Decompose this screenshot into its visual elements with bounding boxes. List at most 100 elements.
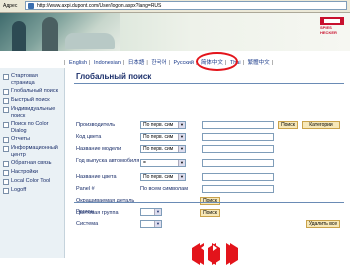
- color-code-input[interactable]: [202, 133, 274, 141]
- color-name-input[interactable]: [202, 173, 274, 181]
- last-page-icon[interactable]: [226, 242, 238, 265]
- banner-photo: [0, 13, 120, 51]
- sidebar-item-global-search[interactable]: Глобальный поиск: [0, 87, 64, 96]
- chevron-down-icon: ▼: [178, 146, 185, 152]
- painted-part-label: Окрашиваемая деталь: [76, 198, 135, 204]
- row-color-code: Код цвета По перв. сим ▼: [74, 133, 344, 143]
- year-label: Год выпуска автомобиля: [76, 158, 140, 164]
- divider: [74, 83, 344, 84]
- region-label: Регион: [76, 209, 94, 215]
- banner-car: [65, 33, 115, 49]
- sidebar: Стартовая страница Глобальный поиск Быст…: [0, 68, 65, 258]
- sidebar-item-label: Быстрый поиск: [11, 97, 50, 103]
- sidebar-item-feedback[interactable]: Обратная связь: [0, 159, 64, 168]
- logo-text-2: HECKER: [320, 30, 337, 35]
- sidebar-item-label: Обратная связь: [11, 160, 52, 166]
- select-value: =: [143, 160, 146, 166]
- bullet-icon: [3, 188, 9, 194]
- region-select[interactable]: ▼: [140, 208, 162, 216]
- sidebar-item-quick-search[interactable]: Быстрый поиск: [0, 96, 64, 105]
- chevron-down-icon: ▼: [178, 122, 185, 128]
- color-code-mode-select[interactable]: По перв. сим ▼: [140, 133, 186, 141]
- pagination-arrows: [182, 242, 242, 265]
- select-value: По перв. сим: [143, 122, 174, 128]
- lang-english[interactable]: English: [69, 60, 87, 66]
- bullet-icon: [3, 107, 9, 113]
- model-name-input[interactable]: [202, 145, 274, 153]
- bullet-icon: [3, 89, 9, 95]
- color-name-mode-select[interactable]: По перв. сим ▼: [140, 173, 186, 181]
- panel-label: Panel #: [76, 186, 95, 192]
- chevron-down-icon: ▼: [178, 160, 185, 166]
- row-model-name: Название модели По перв. сим ▼: [74, 145, 344, 155]
- sidebar-item-home[interactable]: Стартовая страница: [0, 72, 64, 87]
- page-title: Глобальный поиск: [76, 72, 152, 81]
- select-value: По перв. сим: [143, 134, 174, 140]
- panel-input[interactable]: [202, 185, 274, 193]
- url-text: http://www.axpi.dupont.com/User/logon.as…: [37, 3, 162, 9]
- sidebar-item-reports[interactable]: Отчеты: [0, 135, 64, 144]
- year-operator-select[interactable]: = ▼: [140, 159, 186, 167]
- chevron-down-icon: ▼: [154, 221, 161, 227]
- banner-person: [42, 17, 58, 51]
- separator: |: [168, 60, 170, 66]
- chevron-down-icon: ▼: [178, 134, 185, 140]
- select-value: По перв. сим: [143, 146, 174, 152]
- lang-russian[interactable]: Русский: [174, 60, 194, 66]
- row-manufacturer: Производитель По перв. сим ▼ Поиск Катего…: [74, 121, 344, 131]
- row-color-name: Название цвета По перв. сим ▼: [74, 173, 344, 183]
- separator: |: [242, 60, 245, 66]
- first-page-icon[interactable]: [182, 242, 204, 265]
- row-system: Система ▼ Удалить все: [74, 220, 344, 230]
- manufacturer-input[interactable]: [202, 121, 274, 129]
- delete-all-button[interactable]: Удалить все: [306, 220, 340, 228]
- sidebar-item-local-color-tool[interactable]: Local Color Tool: [0, 177, 64, 186]
- address-label: Адрес: [3, 3, 18, 9]
- row-panel: Panel # По всем символам: [74, 185, 344, 195]
- bullet-icon: [3, 74, 9, 80]
- bullet-icon: [3, 146, 9, 152]
- model-name-mode-select[interactable]: По перв. сим ▼: [140, 145, 186, 153]
- separator: |: [271, 60, 274, 66]
- painted-part-search-button[interactable]: Поиск: [200, 197, 220, 205]
- sidebar-item-individual-search[interactable]: Индивидуальные поиск: [0, 105, 64, 120]
- sidebar-item-label: Стартовая страница: [11, 73, 38, 86]
- sidebar-item-label: Информационный центр: [11, 145, 58, 158]
- sidebar-item-label: Настройки: [11, 169, 38, 175]
- bullet-icon: [3, 122, 9, 128]
- bullet-icon: [3, 98, 9, 104]
- chevron-down-icon: ▼: [154, 209, 161, 215]
- bullet-icon: [3, 161, 9, 167]
- next-page-icon[interactable]: [212, 242, 222, 265]
- lang-chinese-traditional[interactable]: 繁體中文: [248, 60, 270, 66]
- panel-mode-text: По всем символам: [140, 186, 188, 192]
- url-field[interactable]: http://www.axpi.dupont.com/User/logon.as…: [25, 1, 347, 10]
- manufacturer-search-button[interactable]: Поиск: [278, 121, 298, 129]
- category-button[interactable]: Категории: [302, 121, 340, 129]
- system-select[interactable]: ▼: [140, 220, 162, 228]
- year-input[interactable]: [202, 159, 274, 167]
- sidebar-item-settings[interactable]: Настройки: [0, 168, 64, 177]
- section-divider: [74, 202, 344, 203]
- sidebar-item-label: Отчеты: [11, 136, 31, 142]
- sidebar-item-color-dialog[interactable]: Поиск по Color Dialog: [0, 120, 64, 135]
- manufacturer-label: Производитель: [76, 122, 116, 128]
- sidebar-item-logoff[interactable]: Logoff: [0, 186, 64, 195]
- chevron-down-icon: ▼: [178, 174, 185, 180]
- sidebar-item-label: Поиск по Color Dialog: [11, 121, 49, 134]
- row-region: Регион ▼: [74, 208, 344, 218]
- row-year: Год выпуска автомобиля = ▼: [74, 157, 344, 171]
- color-name-label: Название цвета: [76, 174, 117, 180]
- lang-indonesian[interactable]: Indonesian: [94, 60, 121, 66]
- sidebar-item-label: Индивидуальные поиск: [11, 106, 56, 119]
- previous-page-icon[interactable]: [198, 242, 216, 265]
- separator: |: [146, 60, 148, 66]
- bullet-icon: [3, 170, 9, 176]
- manufacturer-mode-select[interactable]: По перв. сим ▼: [140, 121, 186, 129]
- address-bar: Адрес http://www.axpi.dupont.com/User/lo…: [0, 0, 350, 13]
- highlight-circle: [196, 52, 238, 71]
- sidebar-item-info-center[interactable]: Информационный центр: [0, 144, 64, 159]
- lang-korean[interactable]: 한국어: [151, 60, 166, 66]
- lang-japanese[interactable]: 日本語: [128, 60, 145, 66]
- separator: |: [122, 60, 125, 66]
